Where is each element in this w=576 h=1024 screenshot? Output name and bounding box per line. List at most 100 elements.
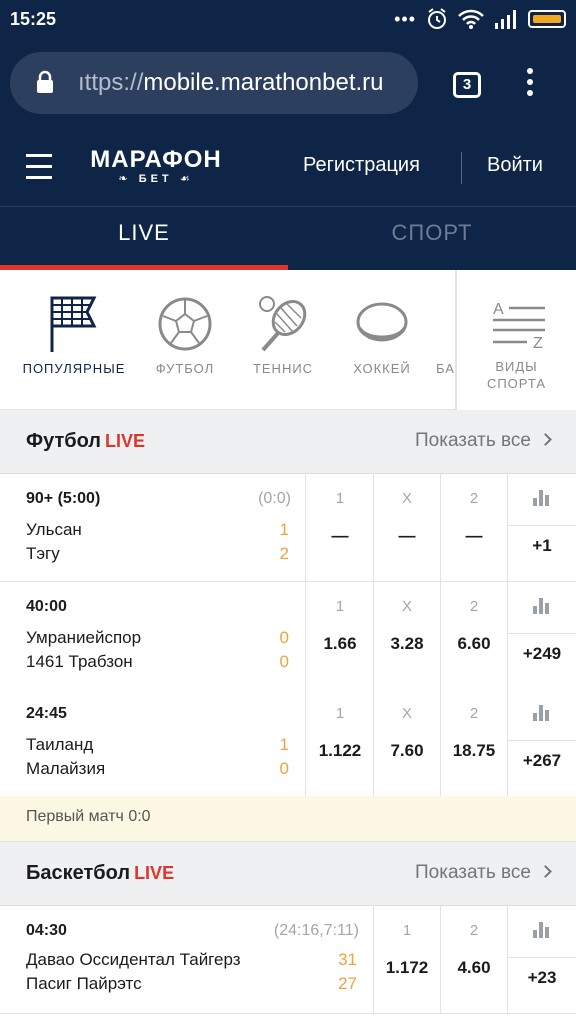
event-time: 04:30 bbox=[26, 922, 67, 939]
category-football[interactable]: ФУТБОЛ bbox=[140, 270, 230, 410]
score-1: 31 bbox=[338, 950, 357, 969]
event-time: 40:00 bbox=[26, 598, 67, 615]
more-markets-count: +23 bbox=[527, 968, 557, 987]
odd-cell[interactable]: X 3.28 bbox=[374, 582, 441, 689]
hamburger-menu-icon[interactable] bbox=[26, 154, 52, 179]
more-markets[interactable]: +249 bbox=[508, 582, 576, 689]
flag-icon bbox=[50, 296, 97, 352]
sport-kinds-button[interactable]: A Z ВИДЫ СПОРТА bbox=[455, 270, 576, 410]
event-row[interactable]: 90+ (5:00) (0:0) Ульсан 1 Тэгу 2 1— X — 2… bbox=[0, 474, 576, 582]
tab-sport[interactable]: СПОРТ bbox=[288, 207, 576, 271]
odd-cell[interactable]: 2 6.60 bbox=[441, 582, 508, 689]
stats-button[interactable] bbox=[508, 474, 576, 526]
show-all-basketball-link[interactable]: Показать все bbox=[415, 862, 552, 884]
address-bar[interactable]: ıttps://mobile.marathonbet.ru bbox=[10, 52, 418, 114]
team-2: Пасиг Пайрэтс bbox=[26, 974, 142, 993]
sort-az-icon: A Z bbox=[493, 301, 545, 350]
team-2: 1461 Трабзон bbox=[26, 652, 133, 671]
lock-icon bbox=[37, 70, 53, 93]
odd-cell[interactable]: 1 1.122 bbox=[307, 689, 374, 796]
event-row[interactable]: 40:00 Умраниейспор 0 1461 Трабзон 0 1 1.6… bbox=[0, 582, 576, 690]
more-dots-icon: ••• bbox=[394, 8, 416, 29]
browser-menu-button[interactable] bbox=[524, 68, 536, 100]
score-1: 1 bbox=[279, 735, 289, 754]
odd-cell[interactable]: X — bbox=[374, 474, 441, 581]
bar-chart-icon bbox=[533, 598, 549, 614]
odd-cell[interactable]: 1 1.66 bbox=[307, 582, 374, 689]
main-tabs: LIVE СПОРТ bbox=[0, 206, 576, 271]
register-link[interactable]: Регистрация bbox=[303, 154, 420, 177]
wifi-icon bbox=[458, 9, 484, 29]
sport-categories: ПОПУЛЯРНЫЕ ФУТБОЛ ТЕННИС ХОККЕЙ БА A Z В… bbox=[0, 270, 576, 410]
team-1: Давао Оссидентал Тайгерз bbox=[26, 950, 241, 969]
live-badge: LIVE bbox=[134, 863, 175, 883]
battery-icon bbox=[528, 10, 566, 28]
bar-chart-icon bbox=[533, 490, 549, 506]
odd-cell[interactable]: 1 1.172 bbox=[374, 906, 441, 1013]
svg-text:A: A bbox=[493, 301, 504, 318]
event-note: Первый матч 0:0 bbox=[0, 796, 576, 842]
more-markets[interactable]: +23 bbox=[508, 906, 576, 1013]
odd-cell[interactable]: X 7.60 bbox=[374, 689, 441, 796]
svg-text:Z: Z bbox=[533, 335, 543, 350]
tennis-racket-icon bbox=[259, 296, 307, 352]
stats-button[interactable] bbox=[508, 689, 576, 741]
more-markets[interactable]: +1 bbox=[508, 474, 576, 581]
category-hockey[interactable]: ХОККЕЙ bbox=[336, 270, 428, 410]
url-text: ıttps://mobile.marathonbet.ru bbox=[78, 69, 384, 96]
more-markets[interactable]: +267 bbox=[508, 689, 576, 796]
show-all-football-link[interactable]: Показать все bbox=[415, 430, 552, 452]
event-info[interactable]: 40:00 Умраниейспор 0 1461 Трабзон 0 bbox=[0, 582, 306, 689]
more-markets-count: +1 bbox=[532, 536, 552, 555]
score-2: 2 bbox=[279, 544, 289, 563]
odd-cell[interactable]: 2 18.75 bbox=[441, 689, 508, 796]
soccer-ball-icon bbox=[158, 297, 212, 351]
alarm-icon bbox=[428, 8, 446, 29]
event-row[interactable]: 24:45 Таиланд 1 Малайзия 0 1 1.122 X 7.60 … bbox=[0, 689, 576, 797]
team-1: Ульсан bbox=[26, 520, 82, 539]
status-bar: 15:25 ••• bbox=[0, 0, 576, 38]
tab-live[interactable]: LIVE bbox=[0, 207, 288, 271]
team-2: Малайзия bbox=[26, 759, 106, 778]
site-header: МАРАФОН ❧ БЕТ ☙ Регистрация Войти bbox=[0, 128, 576, 206]
odd-cell[interactable]: 2— bbox=[441, 474, 508, 581]
live-badge: LIVE bbox=[105, 431, 146, 451]
tab-switcher-button[interactable]: 3 bbox=[453, 72, 481, 98]
event-extra: (0:0) bbox=[258, 490, 291, 507]
section-title: Баскетбол bbox=[26, 862, 131, 884]
chevron-right-icon bbox=[539, 865, 552, 878]
odd-cell[interactable]: 1— bbox=[307, 474, 374, 581]
hockey-puck-icon bbox=[356, 302, 408, 342]
browser-toolbar: ıttps://mobile.marathonbet.ru 3 bbox=[0, 38, 576, 128]
team-1: Умраниейспор bbox=[26, 628, 142, 647]
team-1: Таиланд bbox=[26, 735, 94, 754]
score-2: 0 bbox=[279, 759, 289, 778]
stats-button[interactable] bbox=[508, 906, 576, 958]
team-2: Тэгу bbox=[26, 544, 60, 563]
event-info[interactable]: 24:45 Таиланд 1 Малайзия 0 bbox=[0, 689, 306, 796]
event-time: 90+ (5:00) bbox=[26, 490, 101, 507]
category-popular[interactable]: ПОПУЛЯРНЫЕ bbox=[10, 270, 138, 410]
category-tennis[interactable]: ТЕННИС bbox=[238, 270, 328, 410]
event-time: 24:45 bbox=[26, 705, 67, 722]
event-row[interactable]: 04:30 (24:16,7:11) Давао Оссидентал Тайг… bbox=[0, 906, 576, 1014]
login-link[interactable]: Войти bbox=[487, 154, 543, 177]
score-2: 0 bbox=[279, 652, 289, 671]
score-2: 27 bbox=[338, 974, 357, 993]
marathon-logo[interactable]: МАРАФОН ❧ БЕТ ☙ bbox=[86, 146, 226, 185]
bar-chart-icon bbox=[533, 705, 549, 721]
odd-cell[interactable]: 2 4.60 bbox=[441, 906, 508, 1013]
stats-button[interactable] bbox=[508, 582, 576, 634]
event-info[interactable]: 90+ (5:00) (0:0) Ульсан 1 Тэгу 2 bbox=[0, 474, 306, 581]
more-markets-count: +267 bbox=[522, 751, 562, 770]
basketball-section-header: Баскетбол LIVE Показать все bbox=[0, 842, 576, 906]
status-time: 15:25 bbox=[10, 9, 57, 29]
football-section-header: Футбол LIVE Показать все bbox=[0, 410, 576, 474]
score-1: 0 bbox=[279, 628, 289, 647]
more-markets-count: +249 bbox=[522, 644, 562, 663]
event-info[interactable]: 04:30 (24:16,7:11) Давао Оссидентал Тайг… bbox=[0, 906, 374, 1013]
bar-chart-icon bbox=[533, 922, 549, 938]
signal-icon bbox=[495, 10, 516, 29]
header-divider bbox=[461, 152, 462, 184]
score-1: 1 bbox=[279, 520, 289, 539]
